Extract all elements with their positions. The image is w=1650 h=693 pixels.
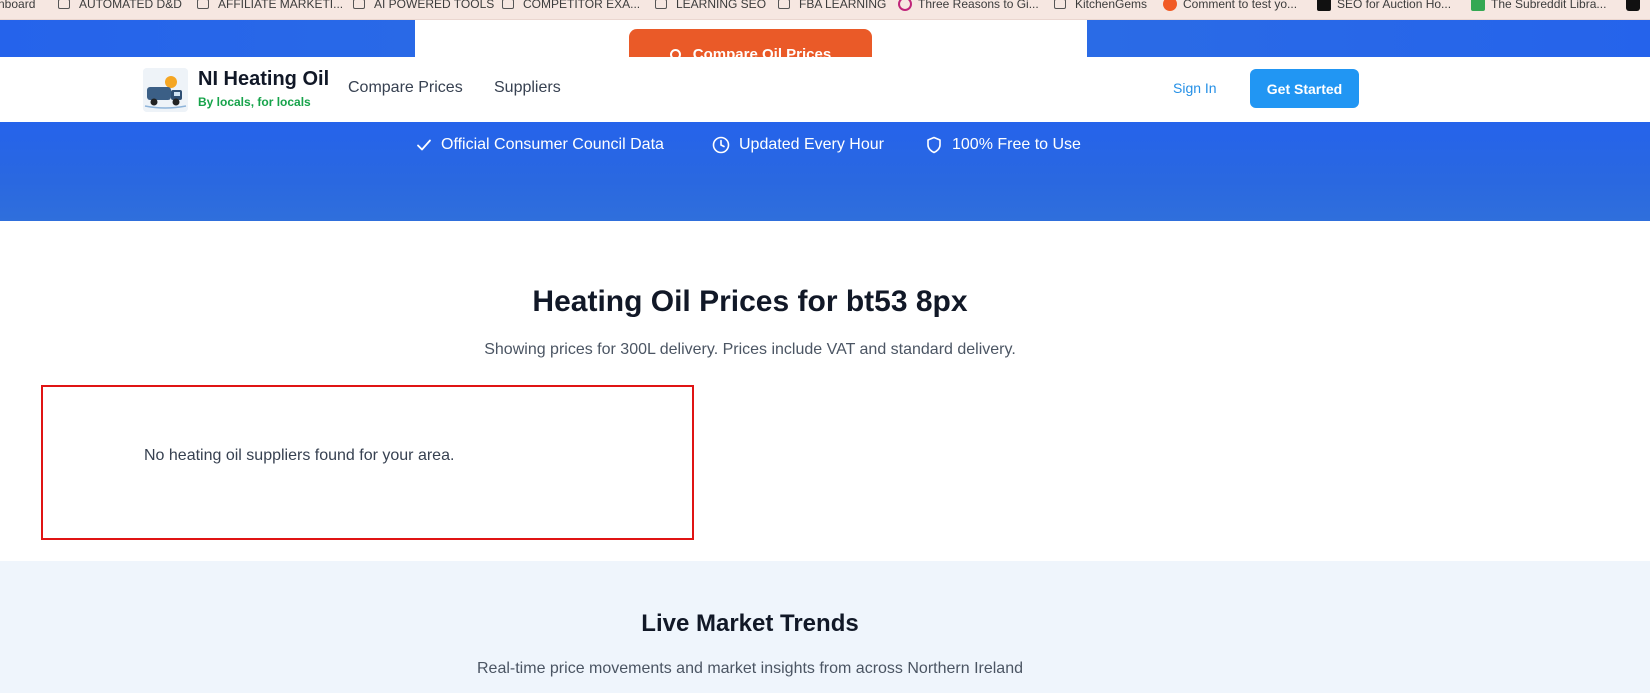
site-favicon-icon: [898, 0, 912, 11]
section-title: Live Market Trends: [641, 610, 859, 637]
bookmarks-bar: nboard AUTOMATED D&D AFFILIATE MARKETI..…: [0, 0, 1650, 20]
compare-button-label: Compare Oil Prices: [692, 46, 832, 57]
feature-free: 100% Free to Use: [925, 136, 1081, 154]
get-started-button[interactable]: Get Started: [1250, 69, 1359, 108]
no-results-panel: No heating oil suppliers found for your …: [41, 385, 694, 540]
bookmark-label: AI POWERED TOOLS: [374, 0, 495, 11]
feature-label: Updated Every Hour: [739, 136, 884, 153]
site-favicon-icon: [1626, 0, 1640, 11]
oil-truck-logo-icon[interactable]: [143, 68, 188, 112]
bookmark-label: LEARNING SEO: [676, 0, 767, 11]
bookmark-label: AUTOMATED D&D: [79, 0, 182, 11]
shield-icon: [927, 136, 941, 154]
sign-in-link[interactable]: Sign In: [1173, 80, 1217, 96]
bookmark-link[interactable]: Comment to test yo...: [1163, 0, 1297, 14]
site-favicon-icon: [1317, 0, 1331, 11]
bookmark-folder[interactable]: LEARNING SEO: [655, 0, 766, 14]
top-navigation: NI Heating Oil By locals, for locals Com…: [0, 57, 1650, 122]
site-favicon-icon: [1163, 0, 1177, 11]
bookmark-link[interactable]: [1626, 0, 1646, 14]
site-favicon-icon: [1471, 0, 1485, 11]
feature-updated-hourly: Updated Every Hour: [712, 136, 884, 154]
bookmark-folder[interactable]: AFFILIATE MARKETI...: [197, 0, 343, 14]
page-subtitle: Showing prices for 300L delivery. Prices…: [484, 341, 1016, 358]
folder-icon: [58, 0, 70, 9]
folder-icon: [502, 0, 514, 9]
market-trends-section: Live Market Trends Real-time price movem…: [0, 561, 1650, 693]
feature-label: Official Consumer Council Data: [441, 136, 664, 153]
nav-link-compare-prices[interactable]: Compare Prices: [348, 79, 463, 97]
folder-icon: [197, 0, 209, 9]
page-title: Heating Oil Prices for bt53 8px: [532, 285, 968, 318]
no-results-message: No heating oil suppliers found for your …: [144, 447, 455, 464]
bookmark-label: FBA LEARNING: [799, 0, 887, 11]
bookmark-folder[interactable]: FBA LEARNING: [778, 0, 886, 14]
feature-official-data: Official Consumer Council Data: [416, 136, 664, 154]
bookmark-label: KitchenGems: [1075, 0, 1148, 11]
bookmark-folder[interactable]: AUTOMATED D&D: [58, 0, 182, 14]
section-subtitle: Real-time price movements and market ins…: [477, 660, 1023, 677]
brand-tagline: By locals, for locals: [198, 95, 311, 109]
bookmark-label: Three Reasons to Gi...: [918, 0, 1039, 11]
brand-title[interactable]: NI Heating Oil: [198, 68, 329, 91]
folder-icon: [1054, 0, 1066, 9]
search-icon: [669, 49, 681, 57]
bookmark-folder[interactable]: COMPETITOR EXA...: [502, 0, 640, 14]
bookmark-label: Comment to test yo...: [1183, 0, 1298, 11]
bookmark-link[interactable]: The Subreddit Libra...: [1471, 0, 1606, 14]
bookmark-label: COMPETITOR EXA...: [523, 0, 641, 11]
folder-icon: [655, 0, 667, 9]
bookmark-label: SEO for Auction Ho...: [1337, 0, 1452, 11]
clock-icon: [712, 136, 730, 154]
bookmark-label: AFFILIATE MARKETI...: [218, 0, 344, 11]
bookmark-item[interactable]: nboard: [0, 0, 35, 14]
compare-oil-prices-button[interactable]: Compare Oil Prices: [629, 29, 872, 57]
bookmark-folder[interactable]: AI POWERED TOOLS: [353, 0, 494, 14]
nav-link-suppliers[interactable]: Suppliers: [494, 79, 561, 97]
hero-features-band: Official Consumer Council Data Updated E…: [0, 122, 1650, 221]
bookmark-link[interactable]: SEO for Auction Ho...: [1317, 0, 1451, 14]
folder-icon: [778, 0, 790, 9]
bookmark-label: nboard: [0, 0, 36, 11]
bookmark-label: The Subreddit Libra...: [1491, 0, 1607, 11]
bookmark-folder[interactable]: KitchenGems: [1054, 0, 1147, 14]
folder-icon: [353, 0, 365, 9]
bookmark-link[interactable]: Three Reasons to Gi...: [898, 0, 1039, 14]
feature-label: 100% Free to Use: [952, 136, 1081, 153]
check-icon: [417, 139, 431, 151]
